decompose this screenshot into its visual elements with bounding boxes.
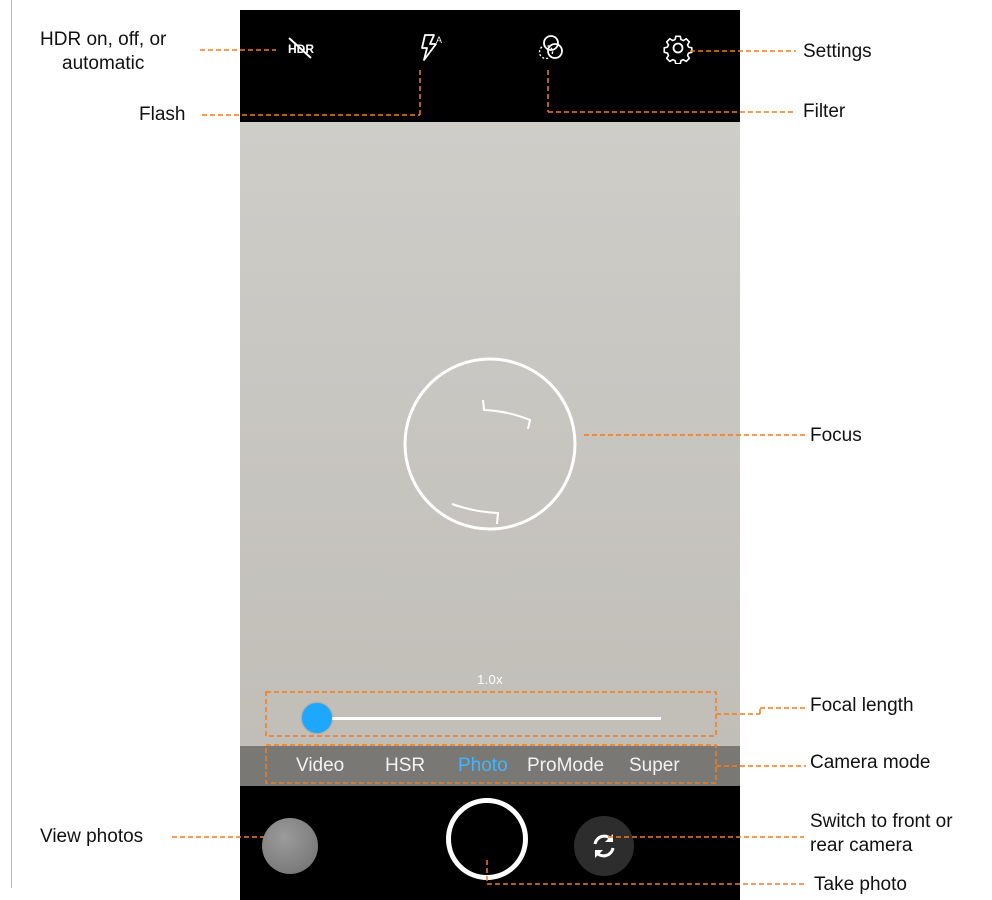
annotation-hdr: HDR on, off, or automatic (40, 29, 167, 74)
annotation-focus: Focus (810, 425, 862, 446)
annotation-camera-mode: Camera mode (810, 752, 931, 773)
annotation-filter: Filter (803, 101, 846, 122)
annotation-focal-length: Focal length (810, 695, 914, 716)
annotation-switch-camera: Switch to front or rear camera (810, 811, 953, 856)
annotation-settings: Settings (803, 41, 872, 62)
annotation-view-photos: View photos (40, 826, 144, 847)
annotation-take-photo: Take photo (814, 874, 907, 895)
annotation-flash: Flash (139, 104, 186, 125)
